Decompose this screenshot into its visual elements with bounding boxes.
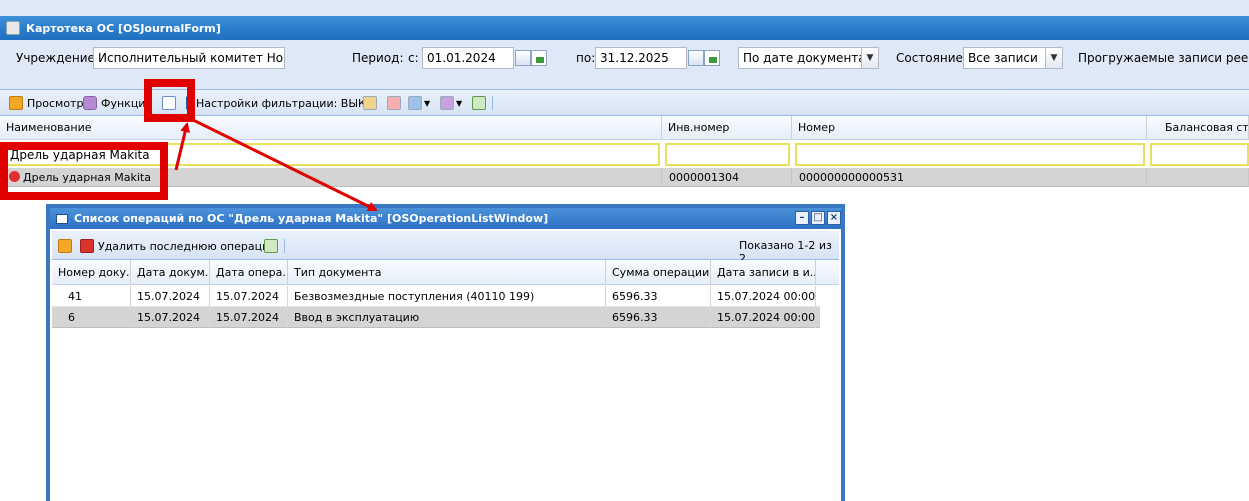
- column-header-inv-number[interactable]: Инв.номер: [662, 116, 792, 140]
- annotation-box-selected-row: [0, 142, 168, 200]
- top-strip: [0, 0, 1249, 16]
- cell-op-date: 15.07.2024: [210, 307, 288, 328]
- period-label: Период:: [352, 51, 404, 65]
- report-icon: [387, 96, 401, 110]
- pencil-icon: [9, 96, 23, 110]
- column-header-doc-date[interactable]: Дата докум...: [131, 260, 210, 285]
- export-icon: [363, 96, 377, 110]
- chevron-down-icon[interactable]: ▼: [861, 48, 878, 68]
- column-header-number[interactable]: Номер: [792, 116, 1147, 140]
- cell-doc-number: 41: [52, 286, 131, 307]
- refresh-icon: [264, 239, 278, 253]
- column-header-doc-type[interactable]: Тип документа: [288, 260, 606, 285]
- loaded-records-label: Прогружаемые записи реестра: [1078, 51, 1249, 65]
- print-button[interactable]: ▼: [408, 95, 430, 111]
- grid-filter-row: Дрель ударная Makita: [0, 141, 1249, 169]
- export-button[interactable]: [363, 95, 377, 111]
- from-label: с:: [408, 51, 419, 65]
- cell-inv-number: 0000001304: [662, 168, 792, 187]
- delete-icon: [80, 239, 94, 253]
- window-icon: [6, 21, 20, 35]
- cell-amount: 6596.33: [606, 307, 711, 328]
- column-header-balance[interactable]: Балансовая стои: [1147, 116, 1249, 140]
- table-row[interactable]: 41 15.07.2024 15.07.2024 Безвозмездные п…: [52, 286, 820, 307]
- cell-op-date: 15.07.2024: [210, 286, 288, 307]
- view-button[interactable]: Просмотр: [9, 95, 83, 111]
- filter-settings-button[interactable]: Настройки фильтрации: ВЫКЛ: [186, 95, 374, 111]
- report-button[interactable]: [387, 95, 401, 111]
- inv-number-filter-input[interactable]: [665, 143, 790, 166]
- maximize-icon[interactable]: □: [811, 211, 825, 225]
- functions-button[interactable]: Функции: [83, 95, 153, 111]
- pencil-icon: [58, 239, 72, 253]
- balance-filter-input[interactable]: [1150, 143, 1249, 166]
- date-mode-value: По дате документа: [743, 51, 866, 65]
- date-picker-icon[interactable]: [704, 50, 720, 66]
- table-row[interactable]: Дрель ударная Makita 0000001304 00000000…: [0, 168, 1249, 187]
- cell-doc-type: Ввод в эксплуатацию: [288, 307, 606, 328]
- minimize-icon[interactable]: –: [795, 211, 809, 225]
- toolbar-separator: [492, 96, 493, 110]
- chevron-down-icon: ▼: [424, 98, 431, 108]
- state-value: Все записи: [968, 51, 1038, 65]
- table-row[interactable]: 6 15.07.2024 15.07.2024 Ввод в эксплуата…: [52, 307, 820, 328]
- toolbar-separator: [284, 239, 285, 253]
- date-picker-icon[interactable]: [531, 50, 547, 66]
- calendar-icon[interactable]: [688, 50, 704, 66]
- list-icon: [56, 213, 68, 224]
- refresh-button[interactable]: [264, 238, 278, 254]
- operations-list-window: Список операций по ОС "Дрель ударная Mak…: [46, 204, 845, 501]
- date-mode-select[interactable]: По дате документа ▼: [738, 47, 879, 69]
- cell-doc-number: 6: [52, 307, 131, 328]
- cell-number: 000000000000531: [792, 168, 1147, 187]
- main-window-titlebar: Картотека ОС [OSJournalForm]: [0, 16, 1249, 40]
- print-icon: [408, 96, 422, 110]
- extra-functions-button[interactable]: ▼: [440, 95, 462, 111]
- dialog-grid-header: Номер доку... Дата докум... Дата опера..…: [52, 260, 839, 285]
- annotation-box-toolbar-button: [144, 79, 195, 122]
- from-date-field[interactable]: 01.01.2024: [422, 47, 514, 69]
- chevron-down-icon[interactable]: ▼: [1045, 48, 1062, 68]
- institution-field[interactable]: Исполнительный комитет Новопс: [93, 47, 285, 69]
- column-header-record-date[interactable]: Дата записи в и...: [711, 260, 816, 285]
- to-label: по:: [576, 51, 596, 65]
- refresh-icon: [472, 96, 486, 110]
- dialog-title: Список операций по ОС "Дрель ударная Mak…: [74, 212, 549, 225]
- column-header-op-date[interactable]: Дата опера...: [210, 260, 288, 285]
- cell-balance: [1147, 168, 1249, 187]
- filter-settings-label: Настройки фильтрации: ВЫКЛ: [196, 96, 375, 110]
- column-header-doc-number[interactable]: Номер доку...: [52, 260, 131, 285]
- cell-record-date: 15.07.2024 00:00...: [711, 307, 816, 328]
- close-icon[interactable]: ×: [827, 211, 841, 225]
- cell-doc-date: 15.07.2024: [131, 307, 210, 328]
- dialog-titlebar: Список операций по ОС "Дрель ударная Mak…: [50, 208, 841, 229]
- cell-amount: 6596.33: [606, 286, 711, 307]
- cell-doc-date: 15.07.2024: [131, 286, 210, 307]
- functions-icon: [83, 96, 97, 110]
- delete-last-operation-button[interactable]: Удалить последнюю операцию: [80, 238, 279, 254]
- view-button-label: Просмотр: [27, 96, 84, 110]
- column-header-name[interactable]: Наименование: [0, 116, 662, 140]
- main-window-title: Картотека ОС [OSJournalForm]: [26, 21, 221, 35]
- column-header-amount[interactable]: Сумма операции: [606, 260, 711, 285]
- calendar-icon[interactable]: [515, 50, 531, 66]
- gear-icon: [440, 96, 454, 110]
- chevron-down-icon: ▼: [456, 98, 463, 108]
- state-label: Состояние:: [896, 51, 967, 65]
- cell-record-date: 15.07.2024 00:00...: [711, 286, 816, 307]
- refresh-button[interactable]: [472, 95, 486, 111]
- cell-doc-type: Безвозмездные поступления (40110 199): [288, 286, 606, 307]
- edit-button[interactable]: [58, 238, 76, 254]
- delete-last-label: Удалить последнюю операцию: [98, 239, 279, 253]
- to-date-field[interactable]: 31.12.2025: [595, 47, 687, 69]
- dialog-toolbar: Удалить последнюю операцию Показано 1-2 …: [52, 231, 839, 265]
- institution-label: Учреждение:: [16, 51, 99, 65]
- number-filter-input[interactable]: [795, 143, 1145, 166]
- state-select[interactable]: Все записи ▼: [963, 47, 1063, 69]
